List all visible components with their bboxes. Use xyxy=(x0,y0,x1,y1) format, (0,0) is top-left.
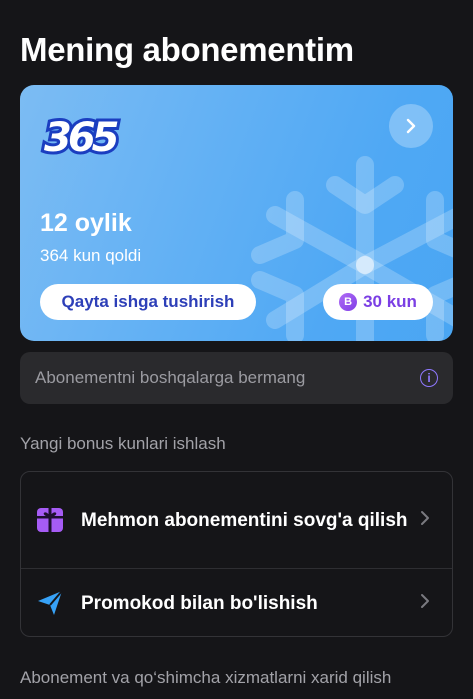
chevron-right-icon xyxy=(406,118,416,134)
chevron-right-icon xyxy=(420,509,430,532)
bonus-section-label: Yangi bonus kunlari ishlash xyxy=(20,434,226,453)
subscription-card[interactable]: 365 12 oylik 364 kun qoldi Qayta ishga t… xyxy=(20,85,453,341)
plan-name: 12 oylik xyxy=(40,209,132,237)
bonus-coin-icon: B xyxy=(339,293,358,311)
list-item-label: Promokod bilan bo'lishish xyxy=(81,592,318,614)
open-subscription-button[interactable] xyxy=(389,104,433,148)
list-item-label: Mehmon abonementini sovg'a qilish xyxy=(81,509,408,531)
bonus-days-badge[interactable]: B 30 kun xyxy=(323,284,433,320)
bonus-options-list: Mehmon abonementini sovg'a qilish Promok… xyxy=(20,471,453,637)
sharing-notice[interactable]: Abonementni boshqalarga bermang i xyxy=(20,352,453,404)
restart-button[interactable]: Qayta ishga tushirish xyxy=(40,284,256,320)
purchase-section-label: Abonement va qo‘shimcha xizmatlarni xari… xyxy=(20,668,392,687)
page-title: Mening abonementim xyxy=(20,31,354,68)
chevron-right-icon xyxy=(420,592,430,615)
bonus-days-value: 30 kun xyxy=(363,292,417,311)
days-left: 364 kun qoldi xyxy=(40,246,142,265)
notice-text: Abonementni boshqalarga bermang xyxy=(35,368,306,387)
list-item-promo-share[interactable]: Promokod bilan bo'lishish xyxy=(21,569,452,637)
list-item-gift-subscription[interactable]: Mehmon abonementini sovg'a qilish xyxy=(21,472,452,568)
gift-icon xyxy=(37,508,63,532)
info-icon[interactable]: i xyxy=(420,369,438,387)
send-icon xyxy=(38,590,63,615)
logo-text: 365 xyxy=(44,115,118,161)
365-logo: 365 xyxy=(41,112,125,163)
